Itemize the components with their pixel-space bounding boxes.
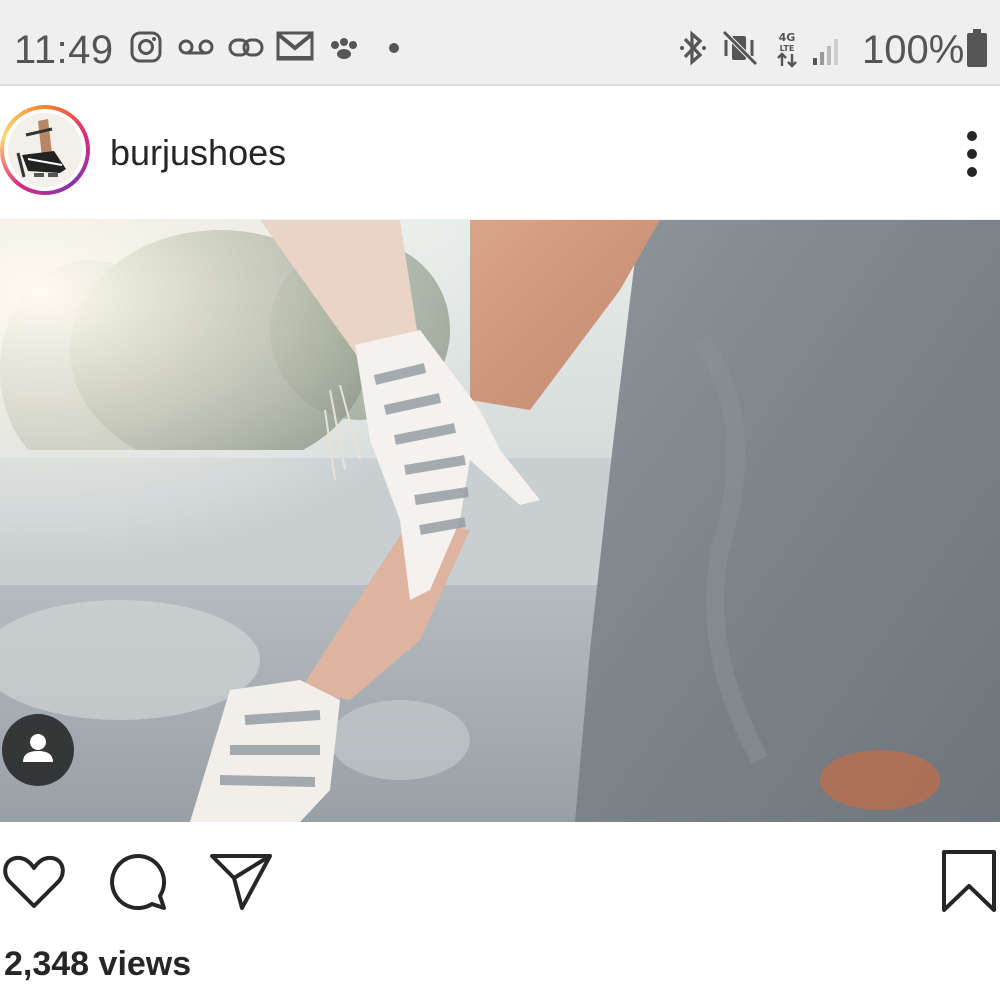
avatar[interactable] <box>0 105 90 195</box>
gmail-icon <box>276 31 314 61</box>
svg-text:4G: 4G <box>779 31 796 44</box>
battery-icon <box>967 29 987 67</box>
battery-percentage: 100% <box>862 28 965 72</box>
like-button-heart-icon[interactable] <box>2 852 66 912</box>
tag-people-button[interactable] <box>2 714 74 786</box>
user-icon <box>23 734 53 762</box>
views-count[interactable]: 2,348 views <box>4 945 191 984</box>
action-bar <box>0 822 1000 932</box>
4g-lte-icon: 4G LTE <box>777 31 797 68</box>
comment-button-icon[interactable] <box>106 852 170 914</box>
instagram-icon <box>130 31 162 63</box>
more-options-icon[interactable] <box>952 124 992 184</box>
signal-icon <box>813 39 838 65</box>
svg-text:LTE: LTE <box>780 44 795 53</box>
status-time: 11:49 <box>14 28 114 72</box>
shoe-logo-icon <box>8 113 82 187</box>
link-icon <box>228 38 264 57</box>
post-video[interactable] <box>0 220 1000 822</box>
post-header: burjushoes <box>0 88 1000 220</box>
dot-icon <box>389 43 399 53</box>
username-link[interactable]: burjushoes <box>110 132 286 174</box>
paw-icon <box>331 38 357 59</box>
bluetooth-icon <box>680 30 706 66</box>
vibrate-mute-icon <box>722 30 758 66</box>
voicemail-icon <box>178 39 214 55</box>
video-frame <box>0 220 1000 822</box>
share-button-icon[interactable] <box>208 852 274 912</box>
save-bookmark-icon[interactable] <box>940 848 998 914</box>
status-bar: 11:49 4G LTE 100% <box>0 0 1000 86</box>
